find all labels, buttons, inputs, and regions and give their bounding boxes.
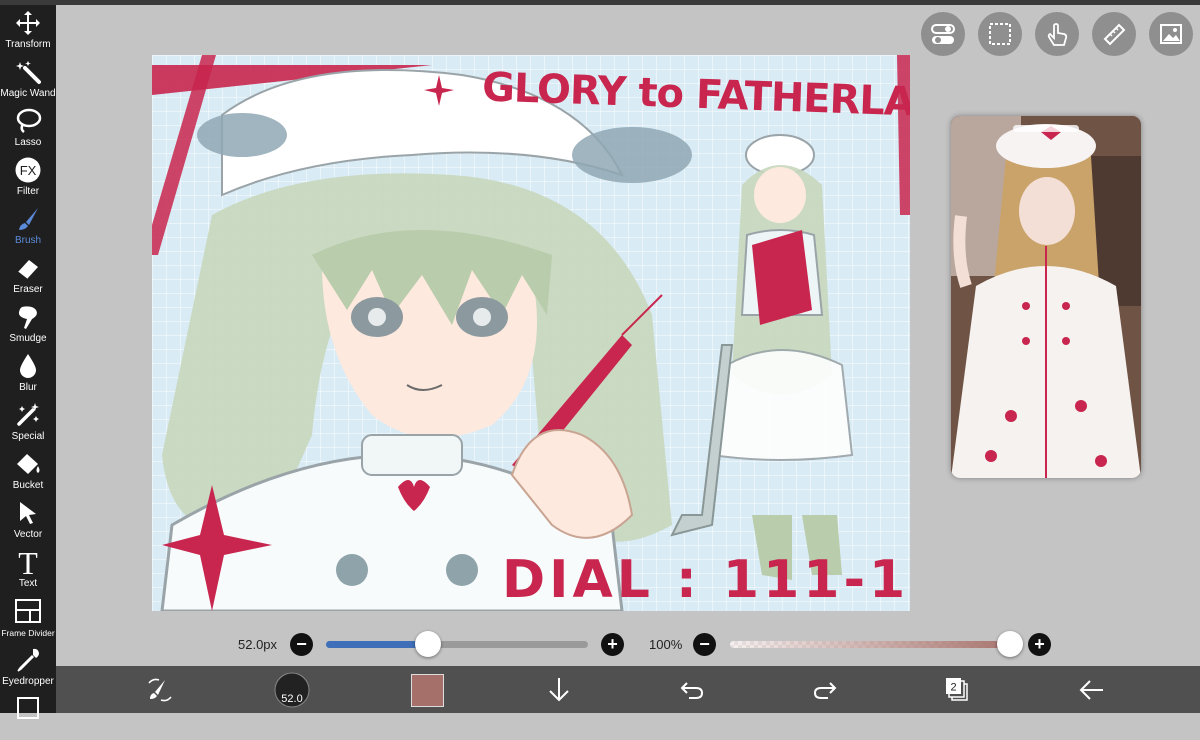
bottom-toolbar: 52.0 2 bbox=[56, 666, 1200, 713]
back-icon bbox=[1079, 680, 1103, 700]
tool-special[interactable]: Special bbox=[0, 397, 56, 446]
ruler-button[interactable] bbox=[1092, 12, 1136, 56]
undo-button[interactable] bbox=[672, 672, 712, 708]
tool-eraser[interactable]: Eraser bbox=[0, 250, 56, 299]
tool-label: Transform bbox=[5, 39, 51, 50]
brush-icon bbox=[19, 208, 38, 230]
top-edge bbox=[0, 0, 1200, 5]
magic-wand-icon bbox=[16, 61, 41, 84]
redo-button[interactable] bbox=[805, 672, 845, 708]
tool-label: Blur bbox=[19, 382, 37, 393]
selection-icon bbox=[989, 23, 1011, 45]
transform-icon bbox=[16, 11, 40, 35]
drawing-canvas[interactable]: GLORY to FATHERLAND DIAL : 111-11-1 bbox=[152, 55, 910, 611]
blur-drop-icon bbox=[20, 354, 36, 378]
brush-size-increase-button[interactable]: + bbox=[601, 633, 624, 656]
tool-label: Brush bbox=[14, 235, 42, 246]
tool-brush[interactable]: Brush bbox=[0, 201, 56, 250]
opacity-decrease-button[interactable]: − bbox=[693, 633, 716, 656]
brush-size-decrease-button[interactable]: − bbox=[290, 633, 313, 656]
touch-button[interactable] bbox=[1035, 12, 1079, 56]
layers-button[interactable]: 2 bbox=[937, 672, 977, 708]
reference-image-button[interactable] bbox=[1149, 12, 1193, 56]
redo-icon bbox=[813, 682, 837, 699]
brush-size-slider-thumb[interactable] bbox=[415, 631, 442, 657]
layers-icon: 2 bbox=[946, 678, 968, 701]
color-picker-button[interactable] bbox=[407, 672, 447, 708]
tool-label: Bucket bbox=[12, 480, 44, 491]
opacity-increase-button[interactable]: + bbox=[1028, 633, 1051, 656]
color-swatch bbox=[410, 673, 444, 707]
tool-label: Special bbox=[11, 431, 45, 442]
opacity-slider-thumb[interactable] bbox=[997, 631, 1023, 657]
tool-sidebar: Transform Magic Wand Lasso FX Filter Bru… bbox=[0, 5, 56, 719]
toggle-icon bbox=[931, 24, 955, 44]
selection-button[interactable] bbox=[978, 12, 1022, 56]
frame-divider-icon bbox=[15, 599, 41, 623]
touch-icon bbox=[1047, 23, 1068, 46]
reference-window-handle[interactable] bbox=[1013, 125, 1079, 132]
save-download-button[interactable] bbox=[539, 672, 579, 708]
tool-label: Lasso bbox=[14, 137, 42, 148]
fx-icon: FX bbox=[15, 157, 41, 183]
tool-text[interactable]: T Text bbox=[0, 544, 56, 593]
tool-label: Text bbox=[18, 578, 38, 589]
fx-glyph: FX bbox=[20, 163, 37, 178]
lasso-icon bbox=[16, 108, 42, 133]
vector-arrow-icon bbox=[20, 502, 36, 524]
tool-label: Eyedropper bbox=[2, 676, 54, 687]
tool-magic-wand[interactable]: Magic Wand bbox=[0, 54, 56, 103]
undo-icon bbox=[680, 682, 704, 699]
quick-tools-icon bbox=[148, 678, 172, 702]
text-icon: T bbox=[18, 548, 38, 576]
back-button[interactable] bbox=[1072, 672, 1112, 708]
artwork-illustration bbox=[152, 55, 910, 611]
toggle-settings-button[interactable] bbox=[921, 12, 965, 56]
tool-bucket[interactable]: Bucket bbox=[0, 446, 56, 495]
opacity-value: 100% bbox=[649, 637, 683, 652]
tool-more[interactable] bbox=[0, 691, 56, 740]
brush-settings-row: 52.0px − + 100% − + bbox=[0, 628, 1200, 660]
square-icon bbox=[17, 697, 39, 719]
tool-label: Smudge bbox=[9, 333, 47, 344]
tool-blur[interactable]: Blur bbox=[0, 348, 56, 397]
brush-size-value: 52.0px bbox=[238, 637, 278, 652]
brush-size-fill bbox=[326, 641, 429, 648]
image-icon bbox=[1160, 24, 1182, 44]
text-glyph: T bbox=[18, 548, 38, 576]
brush-size-preview[interactable]: 52.0 bbox=[272, 672, 312, 708]
opacity-track[interactable] bbox=[730, 641, 1022, 648]
layer-count-text: 2 bbox=[950, 682, 956, 694]
tool-smudge[interactable]: Smudge bbox=[0, 299, 56, 348]
artwork-dial-text: DIAL : 111-11-1 bbox=[502, 550, 910, 610]
tool-label: Filter bbox=[16, 186, 40, 197]
download-icon bbox=[549, 678, 569, 702]
tool-transform[interactable]: Transform bbox=[0, 5, 56, 54]
ruler-icon bbox=[1103, 23, 1126, 46]
quick-tools-button[interactable] bbox=[140, 672, 180, 708]
reference-photo bbox=[951, 116, 1141, 478]
reference-window[interactable] bbox=[951, 116, 1141, 478]
tool-label: Eraser bbox=[13, 284, 43, 295]
bucket-icon bbox=[17, 454, 40, 474]
special-wand-icon bbox=[17, 403, 39, 426]
tool-label: Vector bbox=[13, 529, 43, 540]
tool-vector[interactable]: Vector bbox=[0, 495, 56, 544]
brush-size-circle: 52.0 bbox=[274, 672, 310, 708]
tool-lasso[interactable]: Lasso bbox=[0, 103, 56, 152]
brush-size-badge-text: 52.0 bbox=[281, 693, 302, 705]
smudge-icon bbox=[18, 306, 37, 329]
eraser-icon bbox=[17, 260, 38, 280]
tool-filter[interactable]: FX Filter bbox=[0, 152, 56, 201]
tool-label: Magic Wand bbox=[0, 88, 56, 99]
